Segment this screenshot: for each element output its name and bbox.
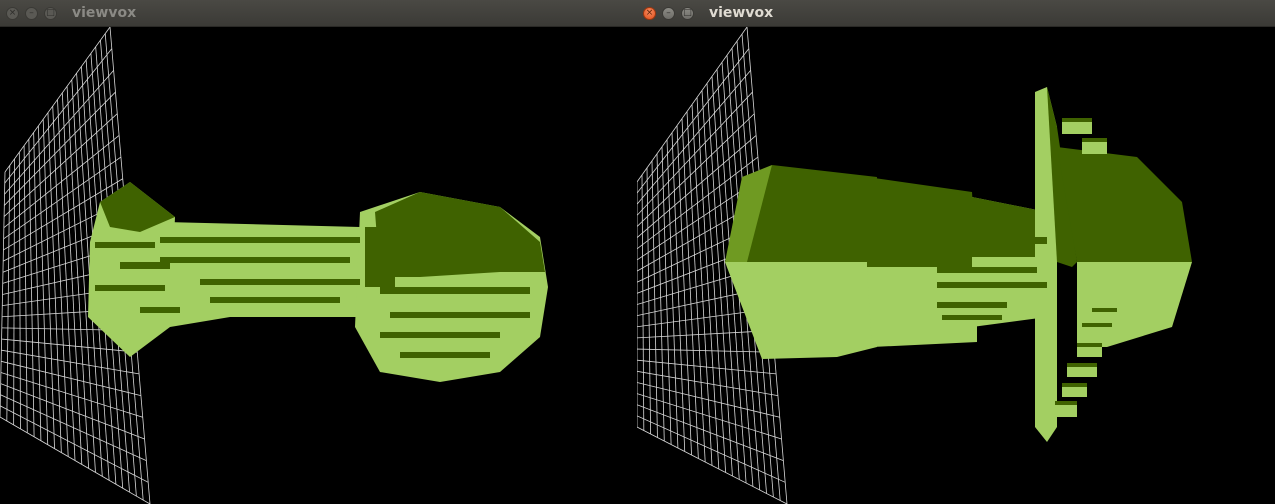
minimize-button[interactable]: – [662, 7, 675, 20]
voxel-viewport[interactable] [0, 27, 637, 504]
voxel-model [725, 87, 1192, 442]
close-button[interactable]: × [643, 7, 656, 20]
title-bar[interactable]: × – □ viewvox [0, 0, 637, 27]
minimize-icon: – [29, 8, 34, 18]
window-title: viewvox [709, 5, 774, 21]
voxel-viewport[interactable] [637, 27, 1275, 504]
close-icon: × [8, 8, 17, 18]
maximize-button[interactable]: □ [44, 7, 57, 20]
maximize-button[interactable]: □ [681, 7, 694, 20]
viewvox-window-left[interactable]: × – □ viewvox [0, 0, 637, 504]
close-button[interactable]: × [6, 7, 19, 20]
maximize-icon: □ [683, 8, 692, 18]
minimize-button[interactable]: – [25, 7, 38, 20]
title-bar[interactable]: × – □ viewvox [637, 0, 1275, 27]
maximize-icon: □ [46, 8, 55, 18]
minimize-icon: – [666, 8, 671, 18]
voxel-model [88, 182, 548, 382]
viewvox-window-right[interactable]: × – □ viewvox [637, 0, 1275, 504]
close-icon: × [645, 8, 654, 18]
window-title: viewvox [72, 5, 137, 21]
